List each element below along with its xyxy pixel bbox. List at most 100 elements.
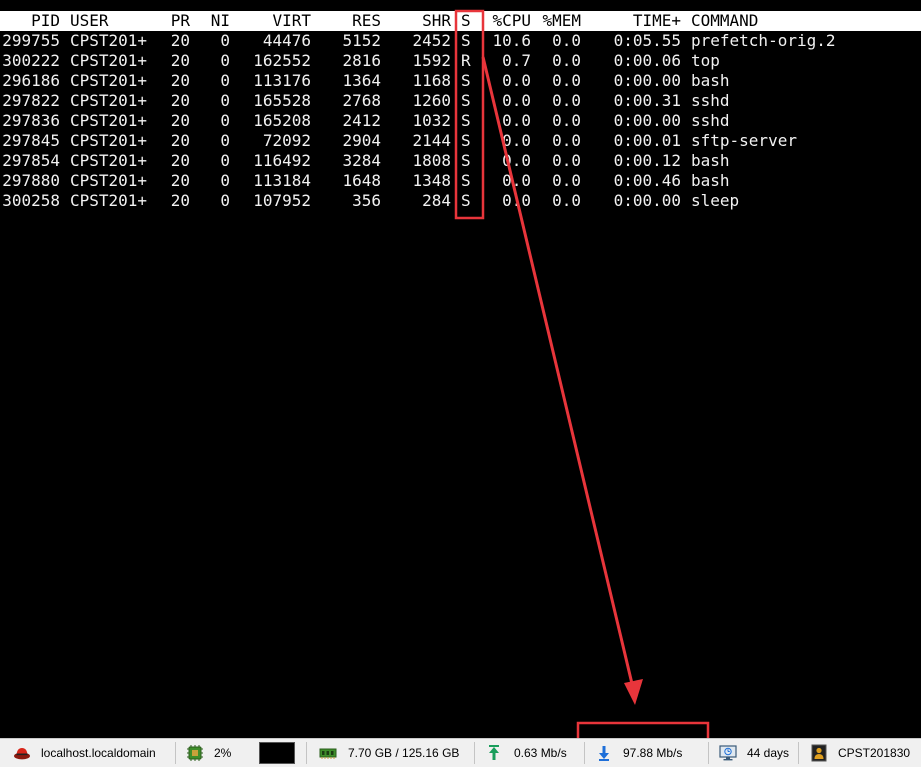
process-mem-cell: 0.0 — [552, 191, 581, 210]
process-shr-cell: 284 — [422, 191, 451, 210]
process-virt-cell: 113176 — [253, 71, 311, 90]
status-separator — [708, 742, 709, 764]
process-state-cell: S — [461, 31, 471, 50]
status-separator — [306, 742, 307, 764]
upload-rate-label[interactable]: 0.63 Mb/s — [514, 739, 567, 767]
process-res-cell: 1648 — [342, 171, 381, 190]
process-time-cell: 0:00.46 — [613, 171, 681, 190]
process-command-cell: sleep — [691, 191, 740, 210]
process-pid-cell: 297854 — [2, 151, 60, 170]
process-virt-cell: 44476 — [262, 31, 311, 50]
process-priority-cell: 20 — [170, 171, 190, 190]
process-time-cell: 0:00.00 — [613, 71, 681, 90]
process-pid-cell: 297845 — [2, 131, 60, 150]
memory-usage-label[interactable]: 7.70 GB / 125.16 GB — [348, 739, 459, 767]
process-res-cell: 2768 — [342, 91, 381, 110]
process-time-cell: 0:05.55 — [613, 31, 681, 50]
session-name-label[interactable]: CPST201830 — [838, 739, 910, 767]
column-header-cpu: %CPU — [492, 11, 531, 30]
column-header-ni: NI — [210, 11, 230, 30]
process-virt-cell: 165528 — [253, 91, 311, 110]
process-res-cell: 356 — [352, 191, 381, 210]
process-pid-cell: 297836 — [2, 111, 60, 130]
redhat-icon — [14, 748, 30, 760]
process-cpu-cell: 0.0 — [502, 151, 531, 170]
process-nice-cell: 0 — [220, 51, 230, 70]
cpu-usage-graph[interactable] — [259, 742, 295, 764]
process-nice-cell: 0 — [220, 131, 230, 150]
process-shr-cell: 1592 — [412, 51, 451, 70]
process-cpu-cell: 10.6 — [492, 31, 531, 50]
memory-ram-icon — [319, 748, 337, 759]
process-virt-cell: 72092 — [262, 131, 311, 150]
status-separator — [584, 742, 585, 764]
status-separator — [798, 742, 799, 764]
process-virt-cell: 162552 — [253, 51, 311, 70]
process-cpu-cell: 0.0 — [502, 131, 531, 150]
process-row: 297854 CPST201+ 20 0 116492 3284 1808 S 0.0 0.0 0:… — [0, 151, 921, 171]
column-header-pr: PR — [170, 11, 190, 30]
host-name-label[interactable]: localhost.localdomain — [41, 739, 156, 767]
process-cpu-cell: 0.7 — [502, 51, 531, 70]
process-command-cell: top — [691, 51, 720, 70]
process-row: 299755 CPST201+ 20 0 44476 5152 2452 S 10.6 0.0 0:… — [0, 31, 921, 51]
process-mem-cell: 0.0 — [552, 111, 581, 130]
column-header-time: TIME+ — [632, 11, 681, 30]
upload-arrow-icon — [489, 745, 499, 760]
process-priority-cell: 20 — [170, 91, 190, 110]
process-row: 297845 CPST201+ 20 0 72092 2904 2144 S 0.0 0.0 0:0… — [0, 131, 921, 151]
terminal-window[interactable]: PID USER PR NI VIRT RES SHR S %CPU %MEM … — [0, 0, 921, 738]
process-res-cell: 3284 — [342, 151, 381, 170]
process-state-cell: S — [461, 91, 471, 110]
process-state-cell: S — [461, 111, 471, 130]
process-res-cell: 2412 — [342, 111, 381, 130]
column-header-state: S — [461, 11, 471, 30]
process-state-cell: S — [461, 131, 471, 150]
process-priority-cell: 20 — [170, 191, 190, 210]
process-command-cell: bash — [691, 171, 730, 190]
process-table-header: PID USER PR NI VIRT RES SHR S %CPU %MEM … — [0, 11, 921, 31]
process-shr-cell: 1808 — [412, 151, 451, 170]
process-state-cell: S — [461, 151, 471, 170]
process-cpu-cell: 0.0 — [502, 191, 531, 210]
cpu-usage-label[interactable]: 2% — [214, 739, 231, 767]
process-mem-cell: 0.0 — [552, 31, 581, 50]
column-header-user: USER — [70, 11, 109, 30]
process-time-cell: 0:00.31 — [613, 91, 681, 110]
download-arrow-icon — [599, 746, 609, 761]
process-mem-cell: 0.0 — [552, 171, 581, 190]
process-priority-cell: 20 — [170, 71, 190, 90]
process-nice-cell: 0 — [220, 151, 230, 170]
process-state-cell: S — [461, 191, 471, 210]
process-shr-cell: 1348 — [412, 171, 451, 190]
column-header-shr: SHR — [422, 11, 451, 30]
process-shr-cell: 2144 — [412, 131, 451, 150]
process-virt-cell: 165208 — [253, 111, 311, 130]
uptime-label[interactable]: 44 days — [747, 739, 789, 767]
column-header-pid: PID — [31, 11, 60, 30]
download-rate-label[interactable]: 97.88 Mb/s — [623, 739, 682, 767]
process-row: 297822 CPST201+ 20 0 165528 2768 1260 S 0.0 0.0 0:… — [0, 91, 921, 111]
process-command-cell: sshd — [691, 91, 730, 110]
process-mem-cell: 0.0 — [552, 91, 581, 110]
process-cpu-cell: 0.0 — [502, 71, 531, 90]
process-user-cell: CPST201+ — [70, 111, 148, 130]
process-time-cell: 0:00.00 — [613, 111, 681, 130]
process-row: 300258 CPST201+ 20 0 107952 356 284 S 0.0 0.0 0:00… — [0, 191, 921, 211]
column-header-res: RES — [352, 11, 381, 30]
process-priority-cell: 20 — [170, 51, 190, 70]
process-nice-cell: 0 — [220, 191, 230, 210]
process-pid-cell: 296186 — [2, 71, 60, 90]
column-header-mem: %MEM — [542, 11, 581, 30]
process-command-cell: bash — [691, 71, 730, 90]
process-shr-cell: 1168 — [412, 71, 451, 90]
process-pid-cell: 297880 — [2, 171, 60, 190]
process-priority-cell: 20 — [170, 31, 190, 50]
process-time-cell: 0:00.06 — [613, 51, 681, 70]
process-shr-cell: 2452 — [412, 31, 451, 50]
status-separator — [175, 742, 176, 764]
process-cpu-cell: 0.0 — [502, 171, 531, 190]
process-user-cell: CPST201+ — [70, 131, 148, 150]
process-virt-cell: 107952 — [253, 191, 311, 210]
process-pid-cell: 299755 — [2, 31, 60, 50]
